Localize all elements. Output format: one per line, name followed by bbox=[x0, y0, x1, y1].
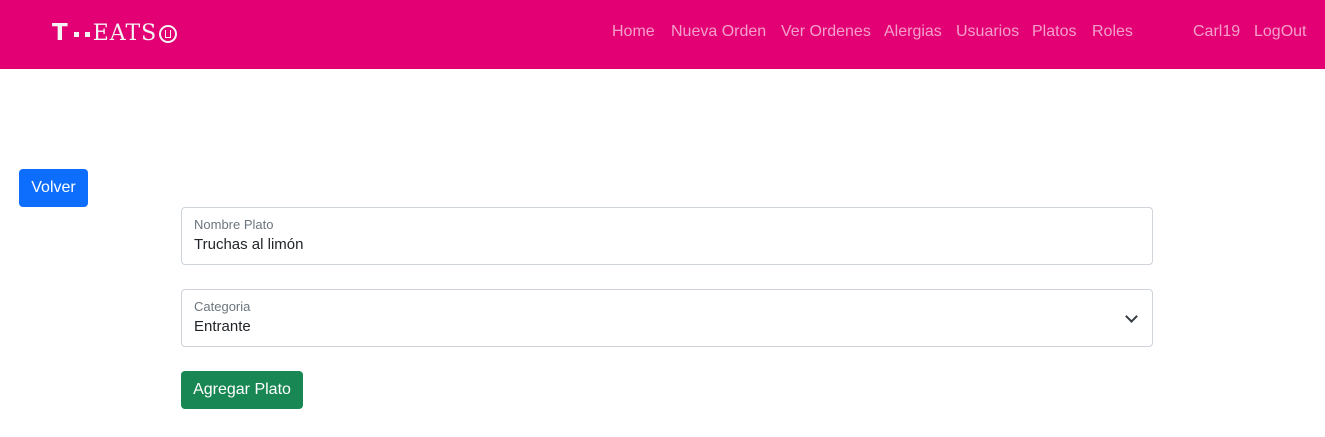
nav-link-logout[interactable]: LogOut bbox=[1254, 22, 1306, 42]
brand-dot-icon bbox=[84, 31, 90, 37]
categoria-select[interactable]: Categoria Entrante bbox=[181, 289, 1153, 347]
nav-link-ver-ordenes[interactable]: Ver Ordenes bbox=[781, 22, 871, 42]
navbar: T EATS Home Nueva Orden Ver Ordenes Aler… bbox=[0, 0, 1325, 69]
categoria-value[interactable]: Entrante bbox=[194, 318, 251, 335]
nav-link-usuarios[interactable]: Usuarios bbox=[956, 22, 1019, 42]
cup-icon bbox=[159, 25, 178, 43]
chevron-down-icon[interactable] bbox=[1125, 310, 1138, 323]
nombre-plato-value[interactable]: Truchas al limón bbox=[194, 236, 303, 253]
nav-link-alergias[interactable]: Alergias bbox=[884, 22, 942, 42]
brand-t-mark: T bbox=[52, 20, 69, 46]
nav-link-roles[interactable]: Roles bbox=[1092, 22, 1133, 42]
nav-link-platos[interactable]: Platos bbox=[1032, 22, 1076, 42]
brand-dot-icon bbox=[73, 31, 79, 37]
brand-name: EATS bbox=[92, 20, 158, 46]
brand-logo[interactable]: T EATS bbox=[52, 20, 178, 46]
categoria-label: Categoria bbox=[194, 299, 251, 314]
back-button[interactable]: Volver bbox=[19, 169, 88, 207]
main-content: Volver Nombre Plato Truchas al limón Cat… bbox=[0, 69, 1325, 437]
nav-link-nueva-orden[interactable]: Nueva Orden bbox=[671, 22, 766, 42]
agregar-plato-button[interactable]: Agregar Plato bbox=[181, 371, 303, 409]
nav-link-home[interactable]: Home bbox=[612, 22, 655, 42]
nombre-plato-label: Nombre Plato bbox=[194, 217, 274, 232]
nombre-plato-field[interactable]: Nombre Plato Truchas al limón bbox=[181, 207, 1153, 265]
nav-link-user[interactable]: Carl19 bbox=[1193, 22, 1240, 42]
